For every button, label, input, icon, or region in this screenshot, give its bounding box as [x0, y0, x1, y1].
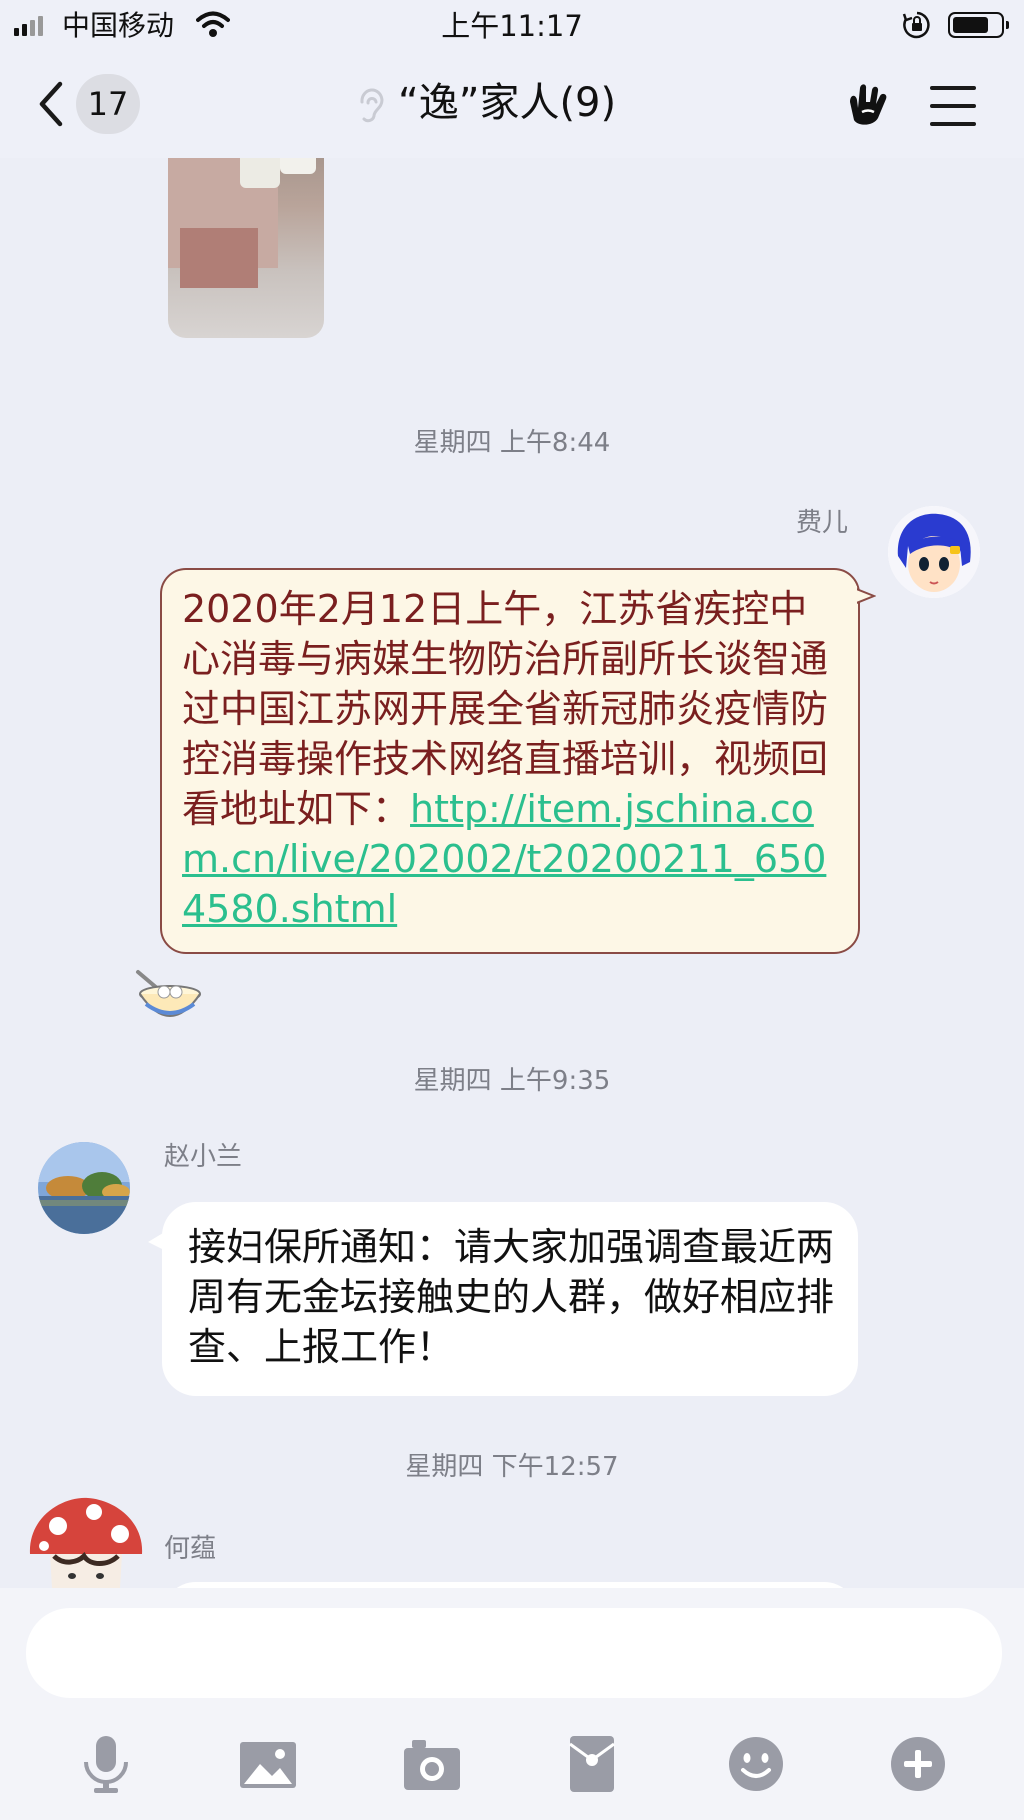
message-input[interactable]: [26, 1608, 1002, 1698]
unread-count-badge: 17: [76, 74, 140, 134]
timestamp: 星期四 上午8:44: [413, 428, 611, 458]
message-bubble[interactable]: 接妇保所通知：请大家加强调查最近两周有无金坛接触史的人群，做好相应排查、上报工作…: [148, 1202, 858, 1396]
nav-bar: 17 “逸”家人(9): [0, 52, 1024, 158]
sender-name: 何蕴: [164, 1534, 217, 1564]
avatar[interactable]: [24, 1496, 146, 1588]
ear-icon: [356, 86, 386, 130]
timestamp: 星期四 上午9:35: [413, 1066, 611, 1096]
back-button[interactable]: 17: [36, 74, 146, 134]
timestamp: 星期四 下午12:57: [405, 1452, 619, 1482]
emoji-icon[interactable]: [726, 1734, 786, 1794]
chevron-left-icon: [39, 81, 63, 127]
input-toolbar: [0, 1734, 1024, 1804]
message-bubble[interactable]: 2020年2月12日上午，江苏省疾控中心消毒与病媒生物防治所副所长谈智通过中国江…: [160, 568, 876, 954]
status-bar: 中国移动 上午11:17: [0, 0, 1024, 52]
red-packet-icon[interactable]: [562, 1734, 622, 1794]
menu-icon[interactable]: [930, 86, 976, 126]
chat-message-list[interactable]: 星期四 上午8:44 费儿 2020年2月12日上午，江苏省疾控中心消毒与病媒生…: [0, 158, 1024, 1588]
hand-gesture-icon[interactable]: [842, 80, 892, 134]
microphone-icon[interactable]: [76, 1734, 136, 1794]
avatar[interactable]: [888, 506, 980, 598]
image-message[interactable]: [168, 158, 324, 338]
sender-name: 费儿: [795, 508, 848, 538]
chat-title: “逸”家人(9): [398, 80, 617, 126]
battery-icon: [948, 12, 1009, 38]
sender-name: 赵小兰: [164, 1142, 243, 1172]
status-time: 上午11:17: [441, 9, 583, 43]
avatar[interactable]: [38, 1142, 130, 1234]
rotation-lock-icon: [902, 10, 932, 44]
input-panel: [0, 1588, 1024, 1820]
image-icon[interactable]: [238, 1734, 298, 1794]
message-text: 接妇保所通知：请大家加强调查最近两周有无金坛接触史的人群，做好相应排查、上报工作…: [188, 1225, 835, 1369]
soup-bowl-decoration-icon: [130, 968, 210, 1034]
battery-fill: [953, 17, 989, 33]
plus-icon[interactable]: [888, 1734, 948, 1794]
camera-icon[interactable]: [402, 1734, 462, 1794]
